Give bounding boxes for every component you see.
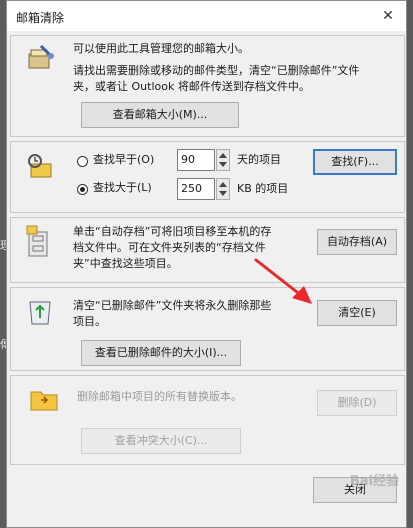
annotation-arrow bbox=[254, 258, 312, 304]
view-mailbox-size-button[interactable]: 查看邮箱大小(M)... bbox=[81, 102, 239, 128]
recycle-bin-icon bbox=[29, 301, 51, 325]
view-deleted-items-size-button[interactable]: 查看已删除邮件的大小(I)... bbox=[81, 340, 241, 366]
autoarchive-line-3: 夹”中查找这些项目。 bbox=[73, 257, 178, 270]
archive-cabinet-icon bbox=[26, 225, 48, 257]
deleted-items-line-2: 项目。 bbox=[73, 315, 106, 328]
section-autoarchive: 单击“自动存档”可将旧项目移至本机的存 档文件中。可在文件夹列表的“存档文件 夹… bbox=[10, 217, 405, 283]
delete-conflicts-button[interactable]: 删除(D) bbox=[317, 390, 397, 416]
older-days-input[interactable]: 90 bbox=[177, 149, 215, 171]
mailbox-cleanup-dialog: 邮箱清除 ✕ 可以使用此工具管理您的邮箱大小。 请找出需要删除或移动的邮件类型，… bbox=[6, 0, 407, 528]
section-deleted-items: 清空“已删除邮件”文件夹将永久删除那些 项目。 清空(E) 查看已删除邮件的大小… bbox=[10, 287, 405, 371]
intro-line-3: 夹，或者让 Outlook 将邮件传送到存档文件中。 bbox=[73, 80, 310, 93]
radio-find-older[interactable] bbox=[77, 156, 88, 167]
watermark: Bai经验 bbox=[349, 474, 399, 489]
larger-kb-unit: KB 的项目 bbox=[237, 182, 289, 195]
section-conflicts: 删除邮箱中项目的所有替换版本。 删除(D) 查看冲突大小(C)... bbox=[10, 375, 405, 465]
intro-line-2: 请找出需要删除或移动的邮件类型，清空“已删除邮件”文件 bbox=[73, 64, 360, 77]
larger-kb-stepper[interactable] bbox=[216, 178, 230, 200]
close-icon[interactable]: ✕ bbox=[378, 6, 398, 26]
section-find-items: 查找早于(O) 90 天的项目 查找大于(L) 250 KB 的项目 查找(F)… bbox=[10, 141, 405, 213]
section-mailbox-size: 可以使用此工具管理您的邮箱大小。 请找出需要删除或移动的邮件类型，清空“已删除邮… bbox=[10, 35, 405, 137]
radio-find-larger-label[interactable]: 查找大于(L) bbox=[93, 180, 152, 196]
title-bar[interactable]: 邮箱清除 ✕ bbox=[7, 1, 406, 31]
radio-find-larger[interactable] bbox=[77, 184, 88, 195]
autoarchive-line-1: 单击“自动存档”可将旧项目移至本机的存 bbox=[73, 225, 272, 238]
older-days-stepper[interactable] bbox=[216, 149, 230, 171]
intro-line-1: 可以使用此工具管理您的邮箱大小。 bbox=[73, 42, 249, 55]
radio-find-older-label[interactable]: 查找早于(O) bbox=[93, 152, 154, 168]
mailbox-cleanup-icon bbox=[28, 44, 54, 69]
older-days-unit: 天的项目 bbox=[237, 153, 281, 166]
conflicts-text: 删除邮箱中项目的所有替换版本。 bbox=[77, 390, 242, 403]
conflicts-folder-icon bbox=[30, 391, 58, 411]
right-background-edge bbox=[407, 0, 413, 528]
empty-deleted-items-button[interactable]: 清空(E) bbox=[317, 300, 397, 326]
deleted-items-line-1: 清空“已删除邮件”文件夹将永久删除那些 bbox=[73, 299, 272, 312]
larger-kb-input[interactable]: 250 bbox=[177, 178, 215, 200]
window-title: 邮箱清除 bbox=[16, 11, 65, 25]
view-conflicts-size-button[interactable]: 查看冲突大小(C)... bbox=[81, 428, 241, 454]
autoarchive-button[interactable]: 自动存档(A) bbox=[317, 229, 397, 255]
find-button[interactable]: 查找(F)... bbox=[313, 149, 397, 175]
find-items-icon bbox=[28, 154, 52, 178]
autoarchive-line-2: 档文件中。可在文件夹列表的“存档文件 bbox=[73, 241, 266, 254]
